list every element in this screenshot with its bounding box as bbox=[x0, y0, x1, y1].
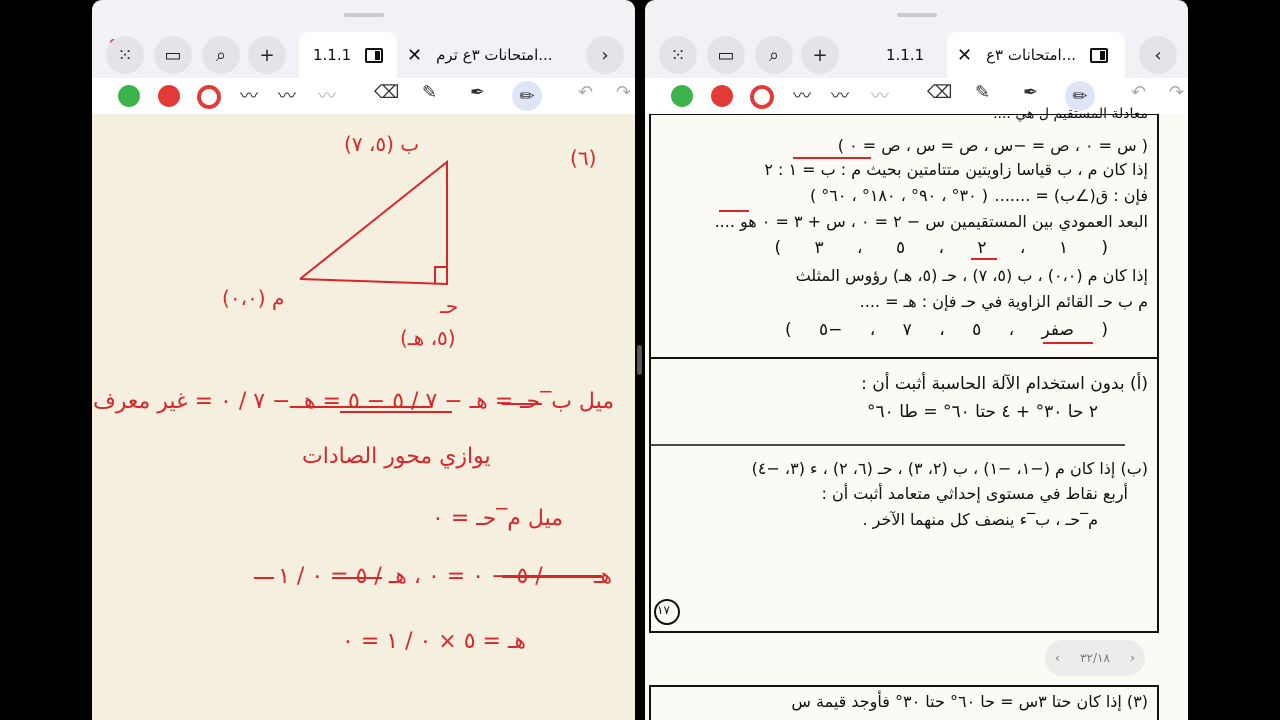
green-color[interactable] bbox=[671, 85, 693, 107]
pen-icon[interactable]: ✒ bbox=[1023, 82, 1038, 103]
red-color[interactable] bbox=[711, 85, 733, 107]
page-number: ١٧ bbox=[657, 603, 670, 617]
chevron-icon[interactable]: ‹ bbox=[1139, 36, 1177, 74]
tab-bar: ⁙ ▭ ⌕ + 1.1.1 ✕ امتحانات ٣ع ترم... › bbox=[92, 32, 635, 78]
chevron-left-icon[interactable]: ‹ bbox=[1055, 651, 1060, 665]
vertex-b-label: ب (٥، ٧) bbox=[344, 132, 420, 156]
question-3-bottom: (٣) إذا كان حتا ٣س = حا ٦٠° حتا ٣٠° فأوج… bbox=[791, 692, 1148, 711]
question-5: البعد العمودي بين المستقيمين س − ٢ = ٠ ،… bbox=[714, 212, 1148, 231]
dots-grid-icon[interactable]: ⁙ bbox=[106, 36, 144, 74]
undo-icon[interactable]: ↶ bbox=[578, 82, 593, 103]
search-icon[interactable]: ⌕ bbox=[202, 36, 240, 74]
eraser-icon[interactable]: ⌫ bbox=[374, 82, 399, 103]
ring-color[interactable] bbox=[197, 85, 221, 109]
green-color[interactable] bbox=[118, 85, 140, 107]
right-pane: ⁙ ▭ ⌕ + 1.1.1 ✕ امتحانات ٣ع... ‹ 〰 〰 〰 ⌫… bbox=[645, 0, 1188, 720]
question-6: إذا كان م (٠،٠) ، ب (٥، ٧) ، حـ (٥، هـ) … bbox=[795, 266, 1148, 285]
tab-active[interactable]: 1.1.1 bbox=[299, 32, 397, 78]
document-page[interactable]: معادلة المستقيم ل هي .... ( س = ٠ ، ص = … bbox=[645, 106, 1188, 720]
search-icon[interactable]: ⌕ bbox=[755, 36, 793, 74]
split-view-divider[interactable] bbox=[637, 345, 642, 375]
tab-window-icon bbox=[365, 47, 384, 63]
vertex-a-label: (٠،٠) م bbox=[222, 286, 285, 310]
parallel-y-axis-line: يوازي محور الصادات bbox=[302, 444, 491, 469]
pencil-icon[interactable]: ✏ bbox=[512, 81, 542, 111]
question-top-options: ( س = ٠ ، ص = −س ، ص = س ، ص = ٠ ) bbox=[837, 136, 1148, 155]
result-line: هـ = ٥ × ٠ / ١ = ٠ bbox=[342, 629, 527, 654]
left-pane: ⁙ ▭ ⌕ + 1.1.1 ✕ امتحانات ٣ع ترم... › 〰 〰… bbox=[92, 0, 635, 720]
question-4-b: فإن : ق(∠ب) = ....... bbox=[994, 186, 1148, 205]
plus-icon[interactable]: + bbox=[801, 36, 839, 74]
stroke-thin-icon[interactable]: 〰 bbox=[793, 82, 811, 108]
stroke-mid-icon[interactable]: 〰 bbox=[831, 82, 849, 108]
vertex-c-label: حـ bbox=[440, 294, 459, 318]
tab-label: 1.1.1 bbox=[886, 46, 925, 64]
window-grabber[interactable] bbox=[343, 13, 384, 17]
sidebar-icon[interactable]: ▭ bbox=[707, 36, 745, 74]
tab-other[interactable]: 1.1.1 bbox=[852, 32, 947, 78]
stroke-thick-icon[interactable]: 〰 bbox=[871, 82, 889, 108]
slope-ac-line: ميل م‾حـ = ٠ bbox=[432, 506, 563, 531]
tab-label: امتحانات ٣ع... bbox=[986, 46, 1077, 64]
notes-page[interactable]: (٦) ب (٥، ٧) (٠،٠) م حـ (٥، هـ) ميل ب‾حـ… bbox=[92, 114, 635, 720]
pen-toolbar: 〰 〰 〰 ⌫ ✎ ✒ ✏ ↶ ↷ bbox=[92, 78, 635, 115]
question-a: (أ) بدون استخدام الآلة الحاسبة أثبت أن : bbox=[861, 374, 1148, 394]
tab-active[interactable]: ✕ امتحانات ٣ع... bbox=[947, 32, 1125, 78]
tab-bar: ⁙ ▭ ⌕ + 1.1.1 ✕ امتحانات ٣ع... ‹ bbox=[645, 32, 1188, 78]
sidebar-icon[interactable]: ▭ bbox=[154, 36, 192, 74]
highlighter-icon[interactable]: ✎ bbox=[422, 82, 437, 103]
pen-icon[interactable]: ✒ bbox=[470, 82, 485, 103]
question-b-3: م‾حـ ، ب‾ء ينصف كل منهما الآخر . bbox=[862, 510, 1098, 529]
highlighter-icon[interactable]: ✎ bbox=[975, 82, 990, 103]
question-top: معادلة المستقيم ل هي .... bbox=[993, 106, 1148, 122]
question-5-options: ( ١ ، ٢ ، ٥ ، ٣ ) bbox=[774, 238, 1108, 258]
ring-color[interactable] bbox=[750, 85, 774, 109]
chevron-right-icon[interactable]: › bbox=[1130, 651, 1135, 665]
question-4-options: ( ٣٠° ، ٩٠° ، ١٨٠° ، ٦٠° ) bbox=[809, 186, 988, 205]
tab-label: 1.1.1 bbox=[313, 46, 352, 64]
chevron-icon[interactable]: › bbox=[586, 36, 624, 74]
question-6-b: م ب حـ القائم الزاوية في حـ فإن : هـ = .… bbox=[859, 292, 1148, 311]
eraser-icon[interactable]: ⌫ bbox=[927, 82, 952, 103]
plus-icon[interactable]: + bbox=[248, 36, 286, 74]
question-4: إذا كان م ، ب قياسا زاويتين متتامتين بحي… bbox=[764, 160, 1148, 179]
tab-other[interactable]: ✕ امتحانات ٣ع ترم... bbox=[397, 32, 567, 78]
tab-label: امتحانات ٣ع ترم... bbox=[436, 46, 553, 64]
close-icon[interactable]: ✕ bbox=[407, 45, 422, 66]
pager-label: ٣٢/١٨ bbox=[1080, 651, 1110, 665]
undo-icon[interactable]: ↶ bbox=[1131, 82, 1146, 103]
redo-icon[interactable]: ↷ bbox=[1169, 82, 1184, 103]
question-a-equation: ٢ حا ٣٠° + ٤ حتا ٦٠° = طا ٦٠° bbox=[867, 402, 1098, 422]
vertex-c-coords: (٥، هـ) bbox=[400, 326, 456, 350]
stroke-thin-icon[interactable]: 〰 bbox=[240, 82, 258, 108]
question-number: (٦) bbox=[570, 146, 597, 170]
close-icon[interactable]: ✕ bbox=[957, 45, 972, 66]
question-b: (ب) إذا كان م (−١، −١) ، ب (٢، ٣) ، حـ (… bbox=[751, 459, 1148, 478]
dots-grid-icon[interactable]: ⁙ bbox=[659, 36, 697, 74]
question-b-2: أربع نقاط في مستوى إحداثي متعامد أثبت أن… bbox=[821, 484, 1128, 503]
question-6-options: ( صفر ، ٥ ، ٧ ، −٥ ) bbox=[784, 320, 1108, 340]
page-pager[interactable]: ‹ ٣٢/١٨ › bbox=[1045, 640, 1145, 676]
window-grabber[interactable] bbox=[896, 13, 937, 17]
red-color[interactable] bbox=[158, 85, 180, 107]
redo-icon[interactable]: ↷ bbox=[616, 82, 631, 103]
equation-line: هـ − ٠ / ٥ − ٠ = ٠ ، هـ / ٥ = ٠ / ١ bbox=[278, 564, 612, 589]
tab-window-icon bbox=[1090, 47, 1109, 63]
stroke-mid-icon[interactable]: 〰 bbox=[278, 82, 296, 108]
stroke-thick-icon[interactable]: 〰 bbox=[318, 82, 336, 108]
slope-bc-line: ميل ب‾حـ = هـ − ٧ / ٥ − ٥ = هـ − ٧ / ٠ =… bbox=[92, 389, 614, 414]
